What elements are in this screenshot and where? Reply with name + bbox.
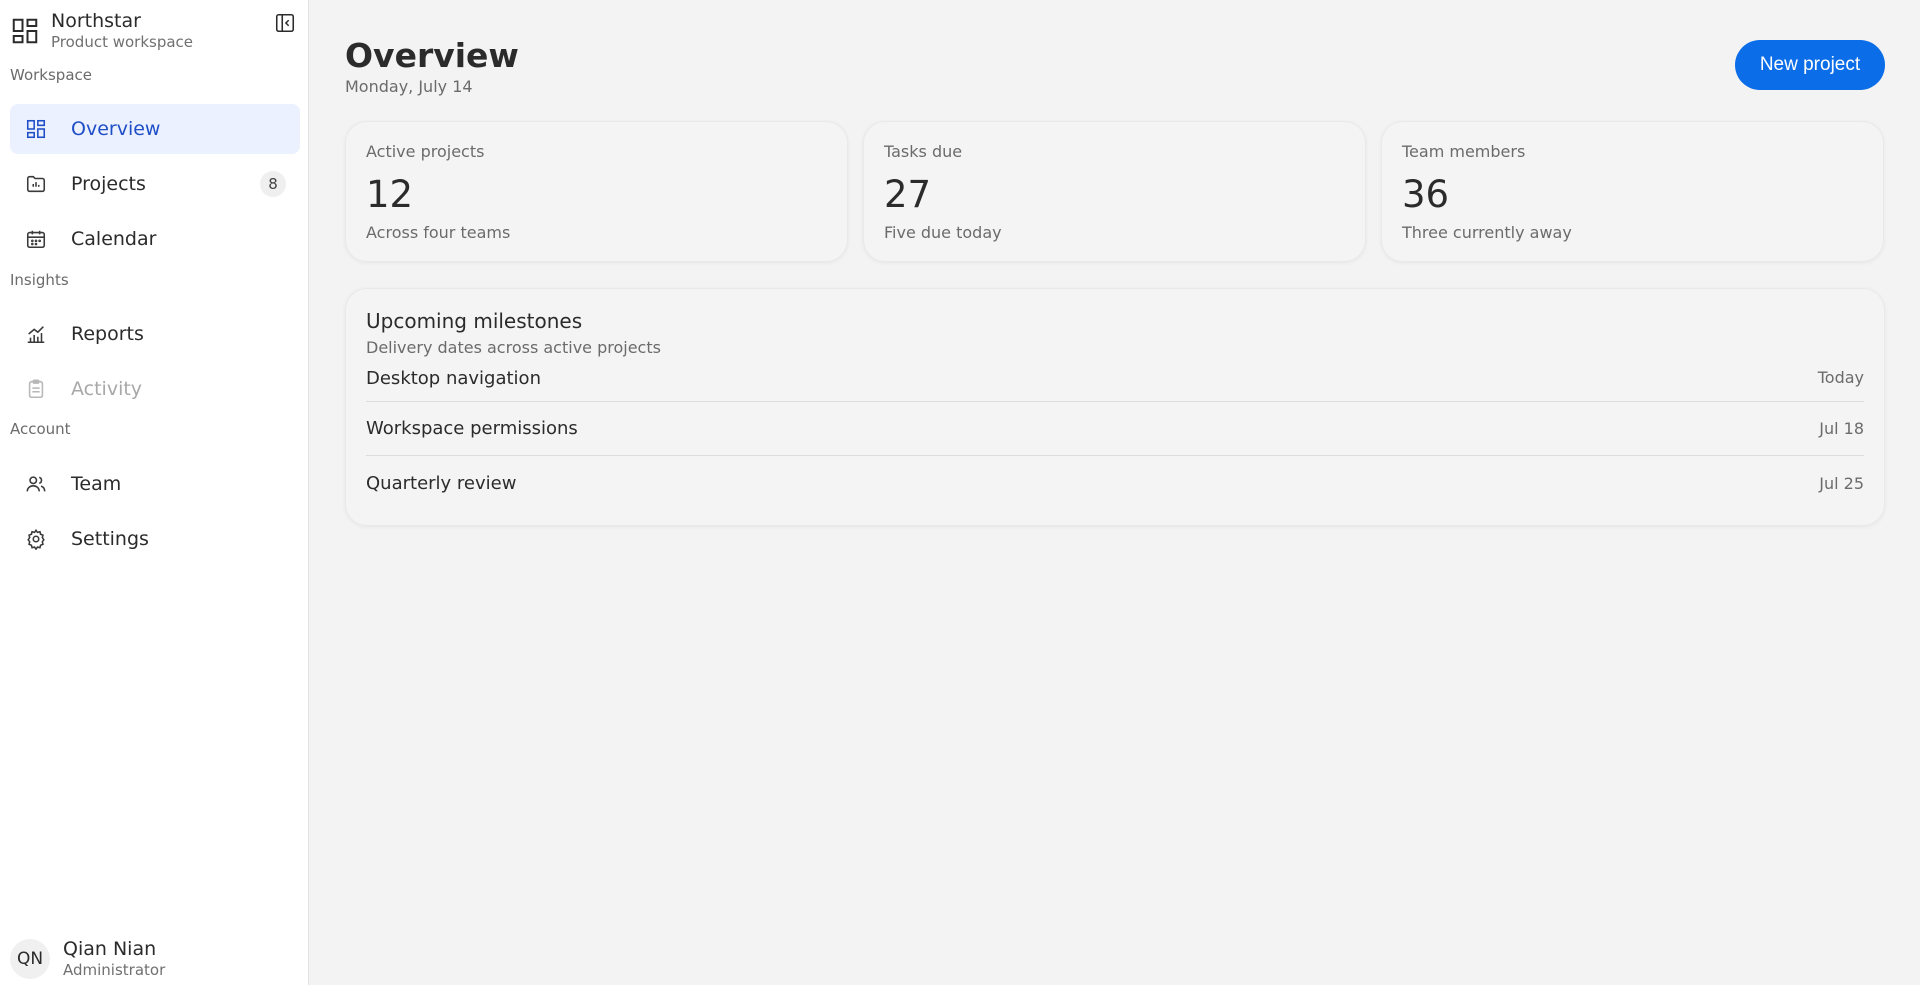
brand-name: Northstar [51, 10, 141, 32]
sidebar-item-label: Projects [71, 173, 146, 195]
stat-card-value: 36 [1402, 173, 1450, 216]
section-label-account: Account [10, 420, 71, 438]
collapse-sidebar-button[interactable] [270, 10, 300, 40]
stat-card-value: 12 [366, 173, 414, 216]
section-label-insights: Insights [10, 271, 69, 289]
user-profile[interactable]: QN Qian Nian Administrator [10, 938, 165, 979]
milestones-subtitle: Delivery dates across active projects [366, 338, 661, 357]
sidebar: Northstar Product workspace Workspace Ov… [0, 0, 309, 985]
app-shell: Northstar Product workspace Workspace Ov… [0, 0, 1920, 985]
chart-line-icon [24, 322, 48, 346]
sidebar-item-label: Settings [71, 528, 149, 550]
gear-icon [24, 527, 48, 551]
milestones-panel: Upcoming milestones Delivery dates acros… [345, 288, 1885, 526]
milestones-list: Desktop navigation Today Workspace permi… [366, 362, 1864, 510]
sidebar-item-settings[interactable]: Settings [10, 514, 300, 564]
people-icon [24, 472, 48, 496]
sidebar-item-label: Activity [71, 378, 143, 400]
sidebar-item-overview[interactable]: Overview [10, 104, 300, 154]
stat-card-subtext: Across four teams [366, 223, 511, 242]
stat-card-subtext: Three currently away [1402, 223, 1572, 242]
user-role: Administrator [63, 961, 166, 979]
page-date: Monday, July 14 [345, 77, 473, 96]
stat-card-value: 27 [884, 173, 932, 216]
stat-card-label: Team members [1402, 142, 1526, 161]
page-title: Overview [345, 36, 519, 75]
stat-cards: Active projects 12 Across four teams Tas… [345, 121, 1884, 262]
clipboard-icon [24, 377, 48, 401]
avatar: QN [10, 938, 50, 979]
sidebar-item-label: Reports [71, 323, 144, 345]
stat-card-subtext: Five due today [884, 223, 1002, 242]
milestone-name: Quarterly review [366, 472, 517, 494]
stat-card-team-members: Team members 36 Three currently away [1381, 121, 1884, 262]
sidebar-item-calendar[interactable]: Calendar [10, 214, 300, 264]
sidebar-item-projects[interactable]: Projects 8 [10, 159, 300, 209]
sidebar-item-reports[interactable]: Reports [10, 309, 300, 359]
folder-chart-icon [24, 172, 48, 196]
list-item[interactable]: Quarterly review Jul 25 [366, 456, 1864, 510]
brand: Northstar Product workspace [10, 10, 300, 54]
milestone-date: Today [1817, 368, 1864, 387]
milestone-date: Jul 25 [1819, 473, 1864, 493]
calendar-icon [24, 227, 48, 251]
stat-card-tasks-due: Tasks due 27 Five due today [863, 121, 1366, 262]
sidebar-item-label: Overview [71, 118, 161, 140]
milestone-name: Workspace permissions [366, 418, 578, 439]
list-item[interactable]: Desktop navigation Today [366, 362, 1864, 402]
stat-card-label: Tasks due [884, 142, 963, 161]
section-label-workspace: Workspace [10, 66, 92, 84]
brand-subtitle: Product workspace [51, 33, 194, 51]
stat-card-active-projects: Active projects 12 Across four teams [345, 121, 848, 262]
stat-card-label: Active projects [366, 142, 485, 161]
list-item[interactable]: Workspace permissions Jul 18 [366, 402, 1864, 456]
sidebar-item-label: Calendar [71, 228, 157, 250]
sidebar-collapse-icon [274, 12, 296, 38]
projects-count-badge: 8 [260, 171, 286, 197]
milestone-name: Desktop navigation [366, 368, 541, 389]
new-project-button[interactable]: New project [1735, 40, 1885, 90]
sidebar-item-team[interactable]: Team [10, 459, 300, 509]
sidebar-item-activity: Activity [10, 364, 300, 414]
milestones-title: Upcoming milestones [366, 309, 583, 333]
user-name: Qian Nian [63, 938, 157, 960]
main-content: Overview Monday, July 14 New project Act… [309, 0, 1920, 985]
dashboard-icon [10, 16, 40, 46]
sidebar-item-label: Team [71, 473, 122, 495]
dashboard-icon [24, 117, 48, 141]
milestone-date: Jul 18 [1819, 419, 1864, 438]
